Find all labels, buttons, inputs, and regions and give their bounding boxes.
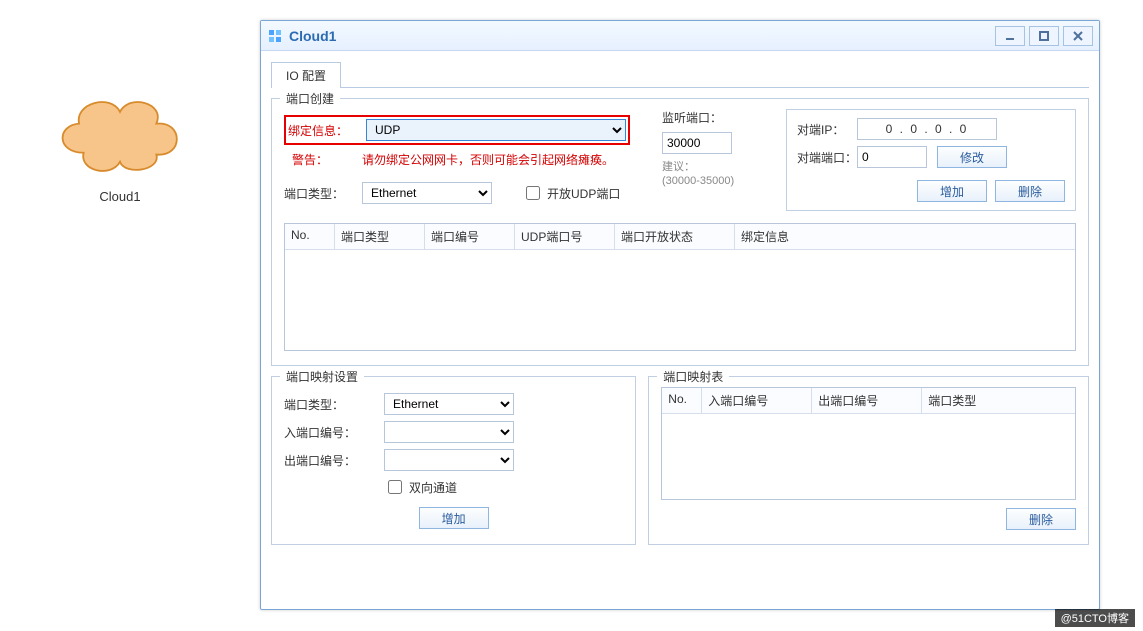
port-type-label: 端口类型： — [284, 185, 362, 202]
cloud-icon — [45, 80, 195, 180]
col-udpno[interactable]: UDP端口号 — [515, 224, 615, 249]
remove-port-button[interactable]: 删除 — [995, 180, 1065, 202]
app-icon — [267, 28, 283, 44]
close-button[interactable] — [1063, 26, 1093, 46]
window-title: Cloud1 — [289, 28, 336, 44]
cloud-node[interactable]: Cloud1 — [45, 80, 195, 204]
in-port-no-select[interactable] — [384, 421, 514, 443]
listen-port-label: 监听端口： — [662, 109, 722, 126]
bidir-checkbox[interactable] — [388, 480, 402, 494]
port-table-body — [285, 250, 1075, 350]
tab-io-config[interactable]: IO 配置 — [271, 62, 341, 88]
port-map-table-group: 端口映射表 No. 入端口编号 出端口编号 端口类型 删除 — [648, 376, 1089, 545]
warning-label: 警告： — [292, 151, 342, 168]
map-port-type-label: 端口类型： — [284, 396, 384, 413]
out-port-no-label: 出端口编号： — [284, 452, 384, 469]
modify-button[interactable]: 修改 — [937, 146, 1007, 168]
out-port-no-select[interactable] — [384, 449, 514, 471]
port-type-select[interactable]: Ethernet — [362, 182, 492, 204]
warning-text: 请勿绑定公网网卡，否则可能会引起网络瘫痪。 — [362, 151, 614, 168]
peer-port-input[interactable] — [857, 146, 927, 168]
cloud-label: Cloud1 — [45, 189, 195, 204]
suggest-label: 建议： — [662, 160, 695, 174]
map-add-button[interactable]: 增加 — [419, 507, 489, 529]
map-port-type-select[interactable]: Ethernet — [384, 393, 514, 415]
peer-ip-input[interactable]: 0 . 0 . 0 . 0 — [857, 118, 997, 140]
titlebar[interactable]: Cloud1 — [261, 21, 1099, 51]
bidir-checkbox-wrap[interactable]: 双向通道 — [384, 477, 457, 497]
map-col-in[interactable]: 入端口编号 — [702, 388, 812, 413]
suggest-range: (30000-35000) — [662, 175, 734, 187]
peer-port-label: 对端端口： — [797, 149, 857, 166]
map-col-no[interactable]: No. — [662, 388, 702, 413]
bind-info-select[interactable]: UDP — [366, 119, 626, 141]
add-port-button[interactable]: 增加 — [917, 180, 987, 202]
col-type[interactable]: 端口类型 — [335, 224, 425, 249]
map-col-type[interactable]: 端口类型 — [922, 388, 1075, 413]
map-settings-legend: 端口映射设置 — [280, 368, 364, 385]
bind-info-highlight: 绑定信息： UDP — [284, 115, 630, 145]
bidir-label: 双向通道 — [409, 479, 457, 496]
open-udp-label: 开放UDP端口 — [547, 185, 620, 202]
bind-info-label: 绑定信息： — [288, 122, 366, 139]
minimize-button[interactable] — [995, 26, 1025, 46]
listen-port-input[interactable] — [662, 132, 732, 154]
map-table[interactable]: No. 入端口编号 出端口编号 端口类型 — [661, 387, 1076, 500]
col-portno[interactable]: 端口编号 — [425, 224, 515, 249]
peer-ip-label: 对端IP： — [797, 121, 857, 138]
cloud-config-window: Cloud1 IO 配置 端口创建 绑定信息： UDP — [260, 20, 1100, 610]
map-col-out[interactable]: 出端口编号 — [812, 388, 922, 413]
maximize-button[interactable] — [1029, 26, 1059, 46]
tab-strip: IO 配置 — [271, 61, 1089, 88]
port-create-legend: 端口创建 — [280, 90, 340, 107]
open-udp-checkbox[interactable] — [526, 186, 540, 200]
map-remove-button[interactable]: 删除 — [1006, 508, 1076, 530]
col-openstat[interactable]: 端口开放状态 — [615, 224, 735, 249]
port-create-group: 端口创建 绑定信息： UDP 警告： 请勿绑定公网网卡，否则可 — [271, 98, 1089, 366]
map-table-legend: 端口映射表 — [657, 368, 729, 385]
watermark: @51CTO博客 — [1055, 609, 1135, 627]
col-bindinfo[interactable]: 绑定信息 — [735, 224, 1075, 249]
in-port-no-label: 入端口编号： — [284, 424, 384, 441]
map-table-body — [662, 414, 1075, 499]
col-no[interactable]: No. — [285, 224, 335, 249]
port-map-settings-group: 端口映射设置 端口类型： Ethernet 入端口编号： 出端口编号： 双向通 — [271, 376, 636, 545]
open-udp-checkbox-wrap[interactable]: 开放UDP端口 — [522, 183, 620, 203]
port-table[interactable]: No. 端口类型 端口编号 UDP端口号 端口开放状态 绑定信息 — [284, 223, 1076, 351]
